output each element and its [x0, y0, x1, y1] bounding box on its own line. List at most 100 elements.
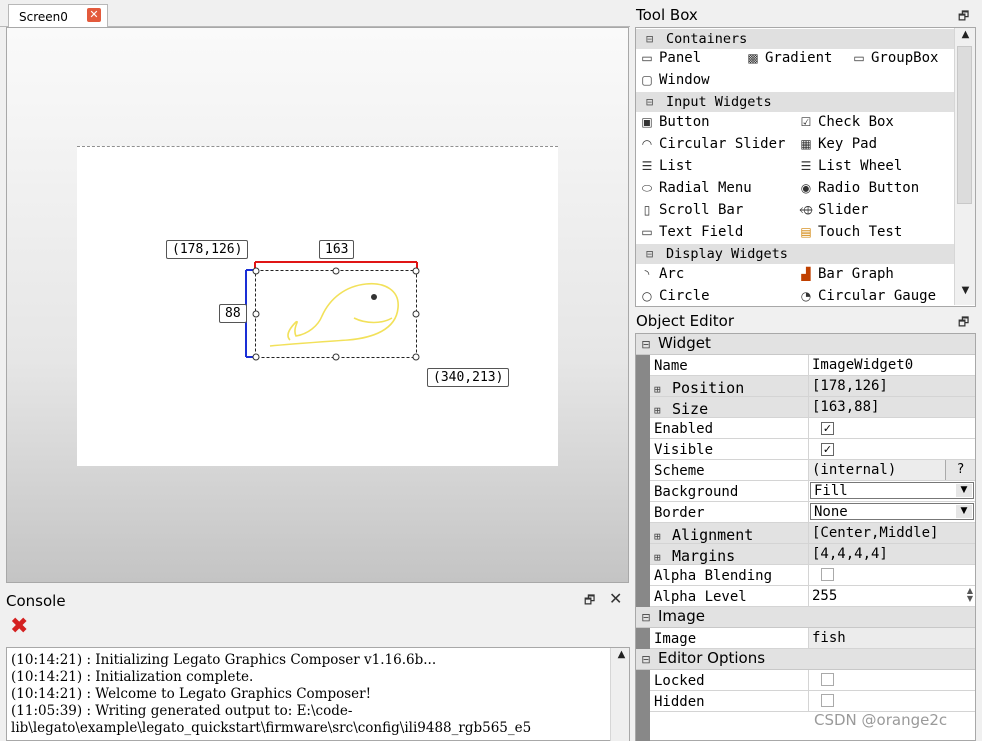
prop-position-value[interactable]: [178,126]	[808, 376, 975, 396]
tool-check-box[interactable]: ☑ Check Box	[798, 114, 894, 134]
chevron-down-icon[interactable]: ▼	[956, 505, 972, 518]
console-restore-icon[interactable]: 🗗	[584, 591, 595, 612]
alpha-level-input[interactable]: 255	[812, 588, 837, 604]
prop-background[interactable]: Background Fill ▼	[650, 481, 975, 502]
property-gutter	[636, 334, 650, 741]
prop-name-value[interactable]: ImageWidget0	[808, 355, 975, 375]
scroll-up-icon[interactable]: ▲	[956, 29, 975, 46]
toolbox-category-display[interactable]: ⊟ Display Widgets	[636, 244, 955, 264]
tool-radio-button[interactable]: ◉ Radio Button	[798, 180, 919, 200]
tool-list[interactable]: ☰ List	[639, 158, 693, 178]
collapse-icon[interactable]: ⊟	[646, 95, 658, 109]
tool-panel[interactable]: ▭ Panel	[639, 50, 701, 70]
console-line: lib\legato\example\legato_quickstart\fir…	[11, 720, 532, 736]
object-editor-restore-icon[interactable]: 🗗	[958, 313, 969, 334]
prop-name[interactable]: Name ImageWidget0	[650, 355, 975, 376]
console-title: Console	[6, 592, 66, 610]
scroll-up-icon[interactable]: ▲	[612, 649, 631, 666]
tool-list-wheel[interactable]: ☰ List Wheel	[798, 158, 903, 178]
clear-console-icon[interactable]: ✖	[10, 616, 28, 638]
scheme-browse-button[interactable]: ?	[945, 460, 975, 480]
prop-locked[interactable]: Locked	[650, 670, 975, 691]
section-editor-options[interactable]: ⊟ Editor Options	[636, 649, 975, 670]
object-editor-title: Object Editor	[636, 312, 735, 330]
expand-icon[interactable]: ⊞	[654, 530, 668, 543]
tool-touch-test[interactable]: ▤ Touch Test	[798, 224, 902, 244]
circle-icon: ○	[641, 289, 653, 303]
prop-alpha-blending[interactable]: Alpha Blending	[650, 565, 975, 586]
tool-bar-graph[interactable]: ▟ Bar Graph	[798, 266, 893, 286]
toolbox-category-input[interactable]: ⊟ Input Widgets	[636, 92, 955, 112]
widget-width-label: 163	[319, 240, 355, 259]
prop-image[interactable]: Image fish	[650, 628, 975, 649]
widget-end-label: (340,213)	[427, 368, 510, 387]
console-scrollbar[interactable]: ▲	[610, 648, 629, 741]
tool-radial-menu[interactable]: ⬭ Radial Menu	[639, 180, 752, 200]
alpha-blending-checkbox[interactable]	[821, 568, 834, 581]
console-log[interactable]: (10:14:21) : Initializing Legato Graphic…	[6, 647, 630, 741]
console-close-icon[interactable]: ✕	[609, 589, 622, 608]
prop-size-value[interactable]: [163,88]	[808, 397, 975, 417]
tool-gradient[interactable]: ▩ Gradient	[745, 50, 832, 70]
bar-graph-icon: ▟	[801, 267, 811, 281]
tool-key-pad[interactable]: ▦ Key Pad	[798, 136, 877, 156]
toolbox-restore-icon[interactable]: 🗗	[958, 7, 969, 28]
tool-circular-gauge[interactable]: ◔ Circular Gauge	[798, 288, 936, 306]
expand-icon[interactable]: ⊞	[654, 551, 668, 564]
console-line: (10:14:21) : Welcome to Legato Graphics …	[11, 686, 372, 702]
prop-visible[interactable]: Visible ✓	[650, 439, 975, 460]
prop-margins-value[interactable]: [4,4,4,4]	[808, 544, 975, 564]
circular-slider-icon: ◠	[641, 137, 653, 151]
collapse-icon[interactable]: ⊟	[638, 653, 654, 666]
radial-menu-icon: ⬭	[641, 181, 653, 195]
border-select[interactable]: None ▼	[810, 503, 974, 520]
tool-button[interactable]: ▣ Button	[639, 114, 709, 134]
tool-scroll-bar[interactable]: ▯ Scroll Bar	[639, 202, 744, 222]
locked-checkbox[interactable]	[821, 673, 834, 686]
console-line: (10:14:21) : Initializing Legato Graphic…	[11, 652, 437, 668]
prop-border[interactable]: Border None ▼	[650, 502, 975, 523]
tool-slider[interactable]: ⬲ Slider	[798, 202, 868, 222]
watermark: CSDN @orange2c	[814, 711, 948, 729]
toolbox-scroll-thumb[interactable]	[957, 46, 972, 204]
console-line: (10:14:21) : Initialization complete.	[11, 669, 254, 685]
expand-icon[interactable]: ⊞	[654, 383, 668, 396]
keypad-icon: ▦	[800, 137, 812, 151]
tool-circular-slider[interactable]: ◠ Circular Slider	[639, 136, 786, 156]
section-widget[interactable]: ⊟ Widget	[636, 334, 975, 355]
prop-hidden[interactable]: Hidden	[650, 691, 975, 712]
tool-circle[interactable]: ○ Circle	[639, 288, 710, 306]
prop-alignment-value[interactable]: [Center,Middle]	[808, 523, 975, 543]
section-image[interactable]: ⊟ Image	[636, 607, 975, 628]
scroll-down-icon[interactable]: ▼	[956, 285, 975, 302]
spin-arrows-icon[interactable]: ▲ ▼	[967, 587, 973, 603]
circular-gauge-icon: ◔	[800, 289, 812, 303]
prop-scheme-value[interactable]: (internal)	[812, 462, 896, 478]
gradient-icon: ▩	[747, 51, 759, 65]
tool-arc[interactable]: ◝ Arc	[639, 266, 685, 286]
hidden-checkbox[interactable]	[821, 694, 834, 707]
enabled-checkbox[interactable]: ✓	[821, 422, 834, 435]
prop-position[interactable]: ⊞ Position [178,126]	[650, 376, 975, 397]
background-select[interactable]: Fill ▼	[810, 482, 974, 499]
chevron-down-icon[interactable]: ▼	[956, 484, 972, 497]
tool-text-field[interactable]: ▭ Text Field	[639, 224, 743, 244]
prop-alignment[interactable]: ⊞ Alignment [Center,Middle]	[650, 523, 975, 544]
prop-image-value[interactable]: fish	[808, 628, 975, 648]
prop-size[interactable]: ⊞ Size [163,88]	[650, 397, 975, 418]
expand-icon[interactable]: ⊞	[654, 404, 668, 417]
prop-scheme[interactable]: Scheme (internal)?	[650, 460, 975, 481]
prop-enabled[interactable]: Enabled ✓	[650, 418, 975, 439]
collapse-icon[interactable]: ⊟	[646, 247, 658, 261]
collapse-icon[interactable]: ⊟	[646, 32, 658, 46]
toolbox-category-containers[interactable]: ⊟ Containers	[636, 29, 955, 49]
prop-alpha-level[interactable]: Alpha Level 255 ▲ ▼	[650, 586, 975, 607]
collapse-icon[interactable]: ⊟	[638, 611, 654, 624]
prop-margins[interactable]: ⊞ Margins [4,4,4,4]	[650, 544, 975, 565]
tool-groupbox[interactable]: ▭ GroupBox	[851, 50, 938, 70]
widget-origin-label: (178,126)	[166, 240, 249, 259]
collapse-icon[interactable]: ⊟	[638, 338, 654, 351]
tool-window[interactable]: ▢ Window	[639, 72, 709, 92]
visible-checkbox[interactable]: ✓	[821, 443, 834, 456]
scrollbar-icon: ▯	[643, 203, 651, 217]
